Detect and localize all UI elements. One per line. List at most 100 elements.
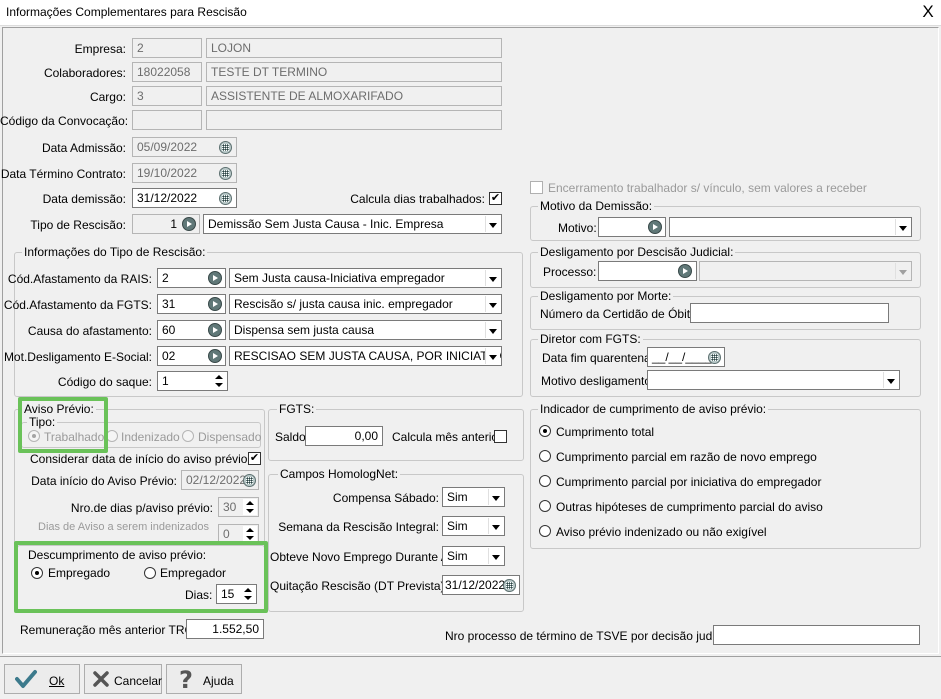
chevron-down-icon[interactable] [895,219,910,235]
spinner-arrows-icon [243,499,257,515]
ajuda-label: Ajuda [203,674,234,688]
indenizado-label: Indenizado [121,430,180,444]
colaborador-name-field: TESTE DT TERMINO [206,62,502,82]
certidao-field[interactable] [690,303,889,323]
tipo-rescisao-select[interactable]: Demissão Sem Justa Causa - Inic. Empresa [203,214,502,234]
chevron-down-icon[interactable] [485,216,500,232]
window-title: Informações Complementares para Rescisão [6,5,247,19]
rais-label: Cód.Afastamento da RAIS: [7,272,152,286]
chevron-down-icon[interactable] [488,548,503,564]
esocial-label: Mot.Desligamento E-Social: [3,350,152,364]
check-icon [15,670,37,688]
motivo-desligamento-select[interactable] [647,370,900,390]
ajuda-button[interactable]: ? Ajuda [166,664,242,694]
cancelar-button[interactable]: Cancelar [84,664,162,694]
chevron-down-icon[interactable] [488,518,503,534]
close-icon[interactable]: X [917,1,939,23]
chevron-down-icon[interactable] [485,296,500,312]
rais-select[interactable]: Sem Justa causa-Iniciativa empregador [229,268,502,288]
chevron-down-icon[interactable] [485,270,500,286]
demissao-label: Data demissão: [42,192,126,206]
ok-button[interactable]: Ok [4,664,80,694]
semana-select[interactable]: Sim [442,516,505,536]
radio-outras-hipoteses[interactable] [539,500,551,512]
certidao-label: Número da Certidão de Óbito: [540,307,701,321]
novo-emprego-select[interactable]: Sim [442,546,505,566]
quarentena-label: Data fim quarentena: [542,351,655,365]
diretor-title: Diretor com FGTS: [538,332,643,346]
quitacao-label: Quitação Rescisão (DT Prevista): [270,579,448,593]
calendar-picker-icon[interactable] [503,579,516,592]
ok-label: Ok [49,674,65,688]
spinner-arrows-icon [243,526,257,542]
radio-dispensado[interactable] [182,430,194,442]
quarentena-value: __/__/____ [652,350,713,364]
processo-select [699,261,912,281]
saque-spinner[interactable]: 1 [157,371,228,391]
empresa-name-field: LOJON [206,38,502,58]
compensa-label: Compensa Sábado: [332,491,439,505]
calcula-mes-label: Calcula mês anterior: [392,430,506,444]
tsve-field[interactable] [713,625,920,645]
chevron-down-icon[interactable] [485,348,500,364]
calendar-picker-icon[interactable] [708,351,721,364]
considerar-checkbox[interactable]: ✔ [248,452,261,465]
lookup-icon[interactable] [678,264,692,278]
causa-label: Causa do afastamento: [27,324,152,338]
lookup-icon[interactable] [648,220,662,234]
compensa-select[interactable]: Sim [442,487,505,507]
cancelar-label: Cancelar [114,674,163,688]
termino-label: Data Término Contrato: [0,167,126,181]
quitacao-value: 31/12/2022 [445,578,506,592]
motivo-desligamento-label: Motivo desligamento: [541,374,655,388]
spinner-arrows-icon[interactable] [212,373,226,389]
remuneracao-field[interactable]: 1.552,50 [186,619,264,639]
radio-cumprimento-empregador[interactable] [539,475,551,487]
lookup-icon[interactable] [208,349,222,363]
lookup-icon[interactable] [208,323,222,337]
saque-value: 1 [162,374,169,388]
fgts-select[interactable]: Rescisão s/ justa causa inic. empregador [229,294,502,314]
question-icon: ? [179,666,193,694]
indenizados-value: 0 [223,527,230,541]
indicador-option-label: Cumprimento parcial por iniciativa do em… [556,475,822,489]
semana-value: Sim [447,519,468,533]
indicador-option-label: Cumprimento parcial em razão de novo emp… [556,450,817,464]
cargo-label: Cargo: [89,90,126,104]
convocacao-name-field [206,110,502,130]
chevron-down-icon[interactable] [488,489,503,505]
convocacao-label: Código da Convocação: [0,114,129,128]
calcula-mes-checkbox[interactable] [494,430,507,443]
indenizados-label: Dias de Aviso a serem indenizados pelo E… [38,521,212,533]
calcula-dias-checkbox[interactable]: ✔ [489,192,502,205]
saldo-field[interactable]: 0,00 [305,426,383,446]
calendar-icon [219,167,232,180]
lookup-icon[interactable] [182,217,196,231]
nro-dias-spinner: 30 [218,497,259,517]
morte-title: Desligamento por Morte: [538,289,674,303]
indicador-option-label: Outras hipóteses de cumprimento parcial … [556,500,823,514]
indicador-option-label: Aviso prévio indenizado ou não exigível [556,525,767,539]
calendar-icon [219,141,232,154]
cargo-code-field: 3 [132,86,202,106]
inicio-aviso-label: Data início do Aviso Prévio: [31,474,177,488]
radio-aviso-indenizado[interactable] [539,525,551,537]
chevron-down-icon[interactable] [485,322,500,338]
motivo-select[interactable] [669,217,912,237]
causa-select[interactable]: Dispensa sem justa causa [229,320,502,340]
compensa-value: Sim [447,490,468,504]
demissao-value: 31/12/2022 [137,191,198,205]
lookup-icon[interactable] [208,297,222,311]
colaborador-code-field: 18022058 [132,62,202,82]
novo-emprego-value: Sim [447,549,468,563]
esocial-select[interactable]: RESCISAO SEM JUSTA CAUSA, POR INICIATIVA… [229,346,502,366]
radio-cumprimento-novo-emprego[interactable] [539,450,551,462]
chevron-down-icon[interactable] [883,372,898,388]
lookup-icon[interactable] [208,271,222,285]
tipo-rescisao-value: Demissão Sem Justa Causa - Inic. Empresa [208,217,444,231]
highlight-descumprimento [14,541,268,613]
calendar-picker-icon[interactable] [219,192,232,205]
saque-label: Código do saque: [57,375,152,389]
radio-cumprimento-total[interactable] [539,425,551,437]
empresa-label: Empresa: [74,42,126,56]
